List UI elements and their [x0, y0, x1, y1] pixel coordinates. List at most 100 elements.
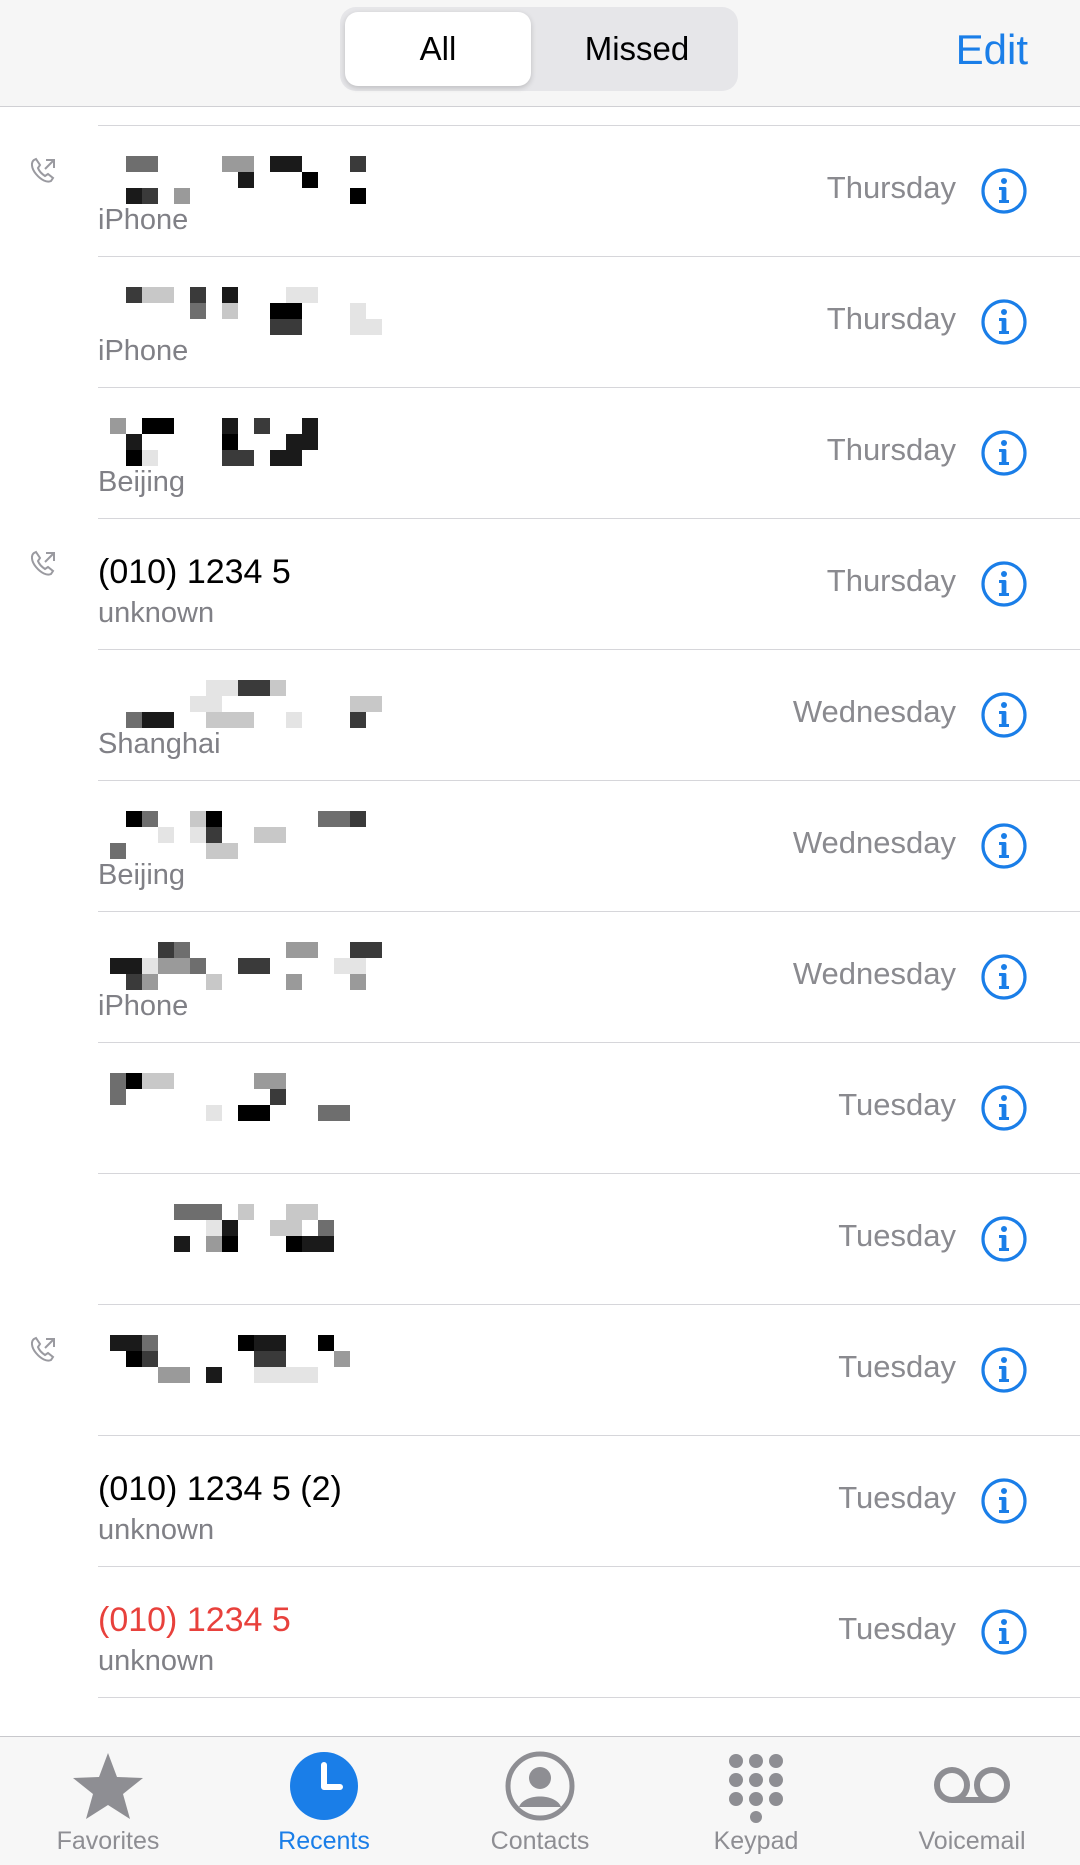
call-location-label: iPhone — [98, 335, 189, 367]
call-day-label: Tuesday — [838, 1218, 956, 1253]
tab-keypad[interactable]: Keypad — [648, 1737, 864, 1865]
redaction-pixel — [270, 450, 302, 466]
redaction-pixel — [206, 1105, 222, 1121]
tab-voicemail[interactable]: Voicemail — [864, 1737, 1080, 1865]
redaction-pixel — [174, 1236, 190, 1252]
redaction-pixel — [254, 1351, 286, 1367]
segment-missed[interactable]: Missed — [542, 12, 732, 86]
edit-button[interactable]: Edit — [956, 22, 1028, 78]
tab-favorites[interactable]: Favorites — [0, 1737, 216, 1865]
redaction-pixel — [318, 1335, 334, 1351]
redaction-pixel — [270, 680, 286, 696]
redaction-pixel — [254, 827, 286, 843]
info-icon[interactable] — [980, 822, 1028, 870]
redaction-pixel — [126, 188, 142, 204]
redaction-pixel — [318, 1105, 350, 1121]
recent-call-row[interactable]: (010) 1234 5 (2) unknown Tuesday — [0, 1436, 1080, 1567]
tab-label: Keypad — [713, 1827, 799, 1855]
redaction-pixel — [142, 188, 158, 204]
call-location-label: iPhone — [98, 204, 189, 236]
call-day-label: Thursday — [826, 432, 956, 467]
redaction-pixel — [350, 712, 366, 728]
tab-label: Contacts — [490, 1827, 590, 1855]
tab-contacts[interactable]: Contacts — [432, 1737, 648, 1865]
call-day-label: Tuesday — [838, 1087, 956, 1122]
recent-call-row[interactable]: Beijing Wednesday — [0, 781, 1080, 912]
keypad-icon — [729, 1754, 783, 1823]
recent-call-row[interactable]: Tuesday — [0, 1174, 1080, 1305]
recent-call-row[interactable] — [0, 1698, 1080, 1736]
recent-call-row[interactable]: iPhone Thursday — [0, 126, 1080, 257]
redaction-pixel — [238, 1105, 270, 1121]
info-icon[interactable] — [980, 1608, 1028, 1656]
voicemail-icon — [934, 1767, 1010, 1803]
redaction-pixel — [286, 1236, 302, 1252]
info-icon[interactable] — [980, 691, 1028, 739]
redaction-pixel — [222, 303, 238, 319]
redaction-pixel — [126, 434, 142, 450]
recent-call-row[interactable]: Beijing Thursday — [0, 388, 1080, 519]
redaction-pixel — [110, 1089, 126, 1105]
call-day-label: Thursday — [826, 301, 956, 336]
star-icon — [73, 1753, 143, 1819]
recent-call-row[interactable]: (010) 1234 5 unknown Thursday — [0, 519, 1080, 650]
redaction-pixel — [238, 1204, 254, 1220]
segment-all[interactable]: All — [345, 12, 531, 86]
redaction-pixel — [206, 827, 222, 843]
redaction-pixel — [286, 1367, 318, 1383]
info-icon[interactable] — [980, 167, 1028, 215]
recent-call-row[interactable]: Tuesday — [0, 1305, 1080, 1436]
call-location-label: Beijing — [98, 466, 186, 498]
redacted-contact-name — [98, 1065, 458, 1155]
info-icon[interactable] — [980, 953, 1028, 1001]
info-icon[interactable] — [980, 429, 1028, 477]
tab-label: Favorites — [56, 1827, 160, 1855]
redaction-pixel — [190, 287, 206, 303]
redaction-pixel — [206, 974, 222, 990]
redaction-pixel — [222, 1220, 238, 1236]
redaction-pixel — [158, 1367, 190, 1383]
recent-call-row[interactable]: iPhone Wednesday — [0, 912, 1080, 1043]
info-icon[interactable] — [980, 1346, 1028, 1394]
redaction-pixel — [350, 156, 366, 172]
redaction-pixel — [126, 287, 142, 303]
redaction-pixel — [222, 287, 238, 303]
call-day-label: Wednesday — [792, 956, 956, 991]
outgoing-call-icon — [30, 157, 55, 183]
recent-call-row[interactable]: Shanghai Wednesday — [0, 650, 1080, 781]
info-icon[interactable] — [980, 298, 1028, 346]
info-icon[interactable] — [980, 1215, 1028, 1263]
redaction-pixel — [318, 1220, 334, 1236]
row-separator — [98, 125, 1080, 126]
missed-call-number: (010) 1234 5 — [98, 1601, 291, 1639]
redaction-pixel — [142, 1335, 158, 1351]
redaction-pixel — [222, 156, 254, 172]
recents-list[interactable]: iPhone Thursday iPhone Thursday Beijing Thurs… — [0, 106, 1080, 1736]
redaction-pixel — [126, 1351, 142, 1367]
redaction-pixel — [270, 156, 302, 172]
info-icon[interactable] — [980, 1084, 1028, 1132]
recent-call-row[interactable]: (010) 1234 5 unknown Tuesday — [0, 1567, 1080, 1698]
tab-recents[interactable]: Recents — [216, 1737, 432, 1865]
redaction-pixel — [190, 958, 206, 974]
redaction-pixel — [142, 418, 158, 434]
redaction-pixel — [142, 450, 158, 466]
redaction-pixel — [206, 696, 222, 712]
call-day-label: Thursday — [826, 563, 956, 598]
redaction-pixel — [286, 287, 318, 303]
call-location-label: Shanghai — [98, 728, 221, 760]
redaction-pixel — [174, 942, 190, 958]
redaction-pixel — [190, 827, 206, 843]
recent-call-row[interactable]: Tuesday — [0, 1043, 1080, 1174]
call-day-label: Tuesday — [838, 1349, 956, 1384]
redaction-pixel — [126, 811, 142, 827]
redaction-pixel — [126, 450, 142, 466]
redaction-pixel — [222, 450, 254, 466]
redaction-pixel — [126, 712, 142, 728]
recent-call-row[interactable]: iPhone Thursday — [0, 257, 1080, 388]
outgoing-call-icon — [30, 550, 55, 576]
caller-name: (010) 1234 5 — [98, 553, 291, 591]
info-icon[interactable] — [980, 1477, 1028, 1525]
redaction-pixel — [190, 303, 206, 319]
info-icon[interactable] — [980, 560, 1028, 608]
